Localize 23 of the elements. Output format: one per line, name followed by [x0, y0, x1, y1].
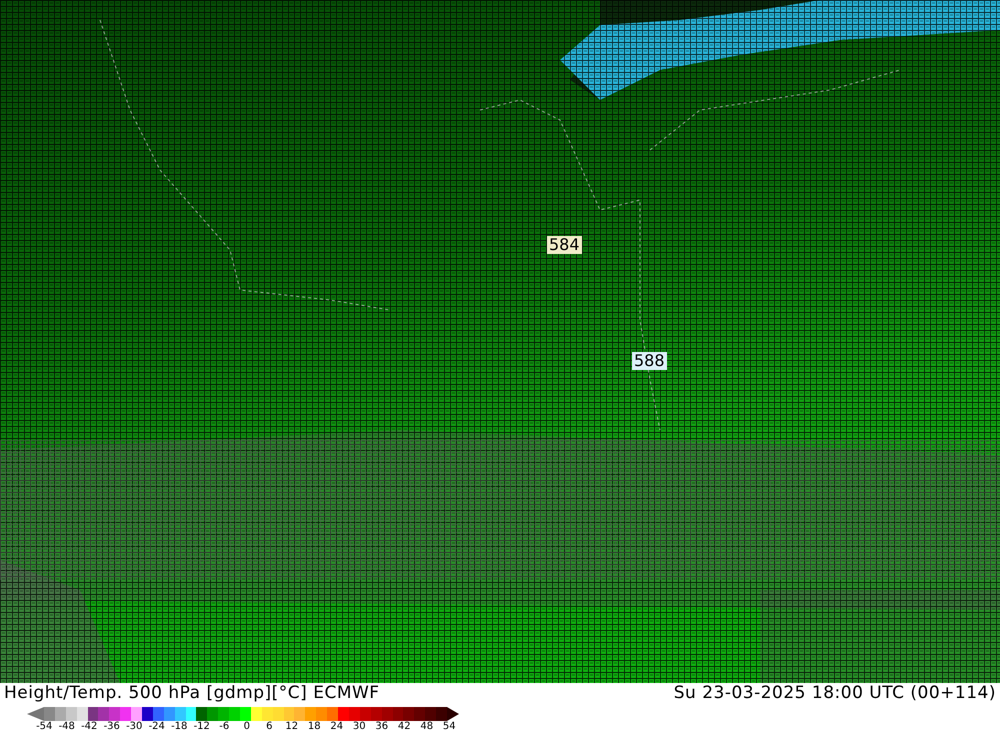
- tick-label: 24: [329, 721, 344, 733]
- tick-label: -6: [218, 721, 230, 733]
- tick-label: 54: [442, 721, 457, 733]
- tick-label: -30: [125, 721, 144, 733]
- tick-label: -36: [102, 721, 121, 733]
- tick-label: 0: [242, 721, 251, 733]
- tick-label: 6: [265, 721, 274, 733]
- tick-label: 18: [306, 721, 322, 733]
- contour-label: 584: [547, 236, 582, 254]
- tick-label: 36: [374, 721, 390, 733]
- tick-label: 30: [352, 721, 367, 733]
- valid-time: Su 23-03-2025 18:00 UTC (00+114): [674, 683, 996, 703]
- tick-label: -24: [148, 721, 166, 733]
- tick-label: -48: [58, 721, 76, 733]
- tick-label: -54: [35, 721, 54, 733]
- tick-label: 42: [396, 721, 412, 733]
- tick-label: -12: [192, 721, 211, 733]
- contour-label: 588: [632, 352, 667, 370]
- tick-label: 48: [419, 721, 434, 733]
- chart-title: Height/Temp. 500 hPa [gdmp][°C] ECMWF: [4, 683, 380, 703]
- tick-label: 12: [284, 721, 300, 733]
- tick-label: -18: [170, 721, 188, 733]
- tick-label: -42: [80, 721, 98, 733]
